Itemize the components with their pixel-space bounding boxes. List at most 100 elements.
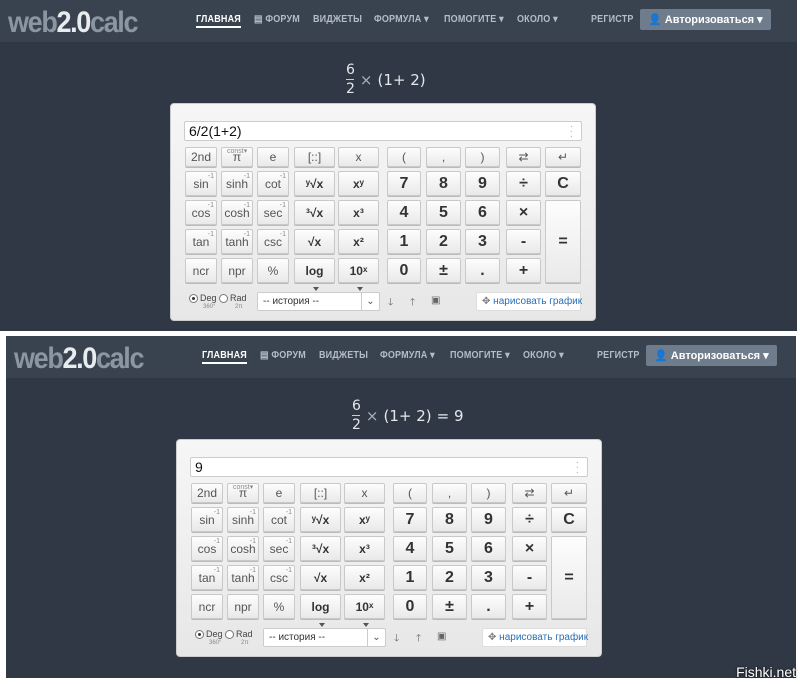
log-button[interactable]: log bbox=[300, 594, 341, 627]
save-icon[interactable]: ▣ bbox=[431, 295, 440, 306]
x-variable-button[interactable]: x bbox=[338, 147, 379, 167]
cot-button[interactable]: -1 cot bbox=[257, 171, 289, 196]
pi-button[interactable]: const▾ π bbox=[221, 147, 253, 167]
login-button[interactable]: 👤 Авторизоваться ▾ bbox=[640, 9, 771, 30]
plot-graph-button[interactable]: ✥ нарисовать график bbox=[482, 628, 588, 647]
key-+-button[interactable]: + bbox=[506, 258, 541, 283]
second-button[interactable]: 2nd bbox=[185, 147, 217, 167]
nav-register[interactable]: РЕГИСТР bbox=[591, 14, 634, 25]
nav-forum[interactable]: ▤ ФОРУМ bbox=[254, 14, 300, 25]
close-paren-button[interactable]: ) bbox=[471, 483, 506, 503]
history-select[interactable]: -- история -- ⌄ bbox=[257, 292, 380, 311]
ncr-button[interactable]: ncr bbox=[185, 258, 217, 283]
csc-button[interactable]: -1 csc bbox=[257, 229, 289, 254]
x²-button[interactable]: x² bbox=[338, 229, 379, 254]
plot-graph-button[interactable]: ✥ нарисовать график bbox=[476, 292, 582, 311]
key-±-button[interactable]: ± bbox=[432, 594, 467, 619]
key-.-button[interactable]: . bbox=[465, 258, 500, 283]
key-4-button[interactable]: 4 bbox=[393, 536, 427, 561]
nav-home[interactable]: ГЛАВНАЯ bbox=[196, 14, 241, 28]
tan-button[interactable]: -1 tan bbox=[185, 229, 217, 254]
sinh-button[interactable]: -1 sinh bbox=[221, 171, 253, 196]
key-8-button[interactable]: 8 bbox=[426, 171, 461, 196]
nav-formula[interactable]: ФОРМУЛА ▾ bbox=[380, 350, 435, 361]
√x-button[interactable]: √x bbox=[294, 229, 335, 254]
key-×-button[interactable]: × bbox=[506, 200, 541, 225]
arrow-up-icon[interactable]: 🡑 bbox=[410, 295, 415, 312]
key-0-button[interactable]: 0 bbox=[387, 258, 421, 283]
%-button[interactable]: % bbox=[263, 594, 295, 619]
matrix-button[interactable]: [::] bbox=[300, 483, 341, 503]
xʸ-button[interactable]: xʸ bbox=[344, 507, 385, 532]
key-1-button[interactable]: 1 bbox=[387, 229, 421, 254]
%-button[interactable]: % bbox=[257, 258, 289, 283]
key-9-button[interactable]: 9 bbox=[465, 171, 500, 196]
cosh-button[interactable]: -1 cosh bbox=[221, 200, 253, 225]
equals-button[interactable]: = bbox=[551, 536, 587, 619]
x-variable-button[interactable]: x bbox=[344, 483, 385, 503]
backspace-button[interactable]: ↵ bbox=[545, 147, 581, 167]
more-icon[interactable]: · · · bbox=[576, 458, 579, 478]
nav-widgets[interactable]: ВИДЖЕТЫ bbox=[313, 14, 362, 25]
key-2-button[interactable]: 2 bbox=[426, 229, 461, 254]
second-button[interactable]: 2nd bbox=[191, 483, 223, 503]
key-÷-button[interactable]: ÷ bbox=[506, 171, 541, 196]
npr-button[interactable]: npr bbox=[227, 594, 259, 619]
ʸ√x-button[interactable]: ʸ√x bbox=[300, 507, 341, 532]
10ˣ-button[interactable]: 10ˣ bbox=[338, 258, 379, 291]
key-C-button[interactable]: C bbox=[551, 507, 587, 532]
key-2-button[interactable]: 2 bbox=[432, 565, 467, 590]
nav-help[interactable]: ПОМОГИТЕ ▾ bbox=[444, 14, 504, 25]
key-6-button[interactable]: 6 bbox=[471, 536, 506, 561]
calculator-input[interactable]: 9 · · · bbox=[190, 457, 588, 478]
key-.-button[interactable]: . bbox=[471, 594, 506, 619]
sec-button[interactable]: -1 sec bbox=[263, 536, 295, 561]
nav-register[interactable]: РЕГИСТР bbox=[597, 350, 640, 361]
x³-button[interactable]: x³ bbox=[344, 536, 385, 561]
xʸ-button[interactable]: xʸ bbox=[338, 171, 379, 196]
key-4-button[interactable]: 4 bbox=[387, 200, 421, 225]
tanh-button[interactable]: -1 tanh bbox=[227, 565, 259, 590]
nav-help[interactable]: ПОМОГИТЕ ▾ bbox=[450, 350, 510, 361]
nav-home[interactable]: ГЛАВНАЯ bbox=[202, 350, 247, 364]
cot-button[interactable]: -1 cot bbox=[263, 507, 295, 532]
nav-about[interactable]: ОКОЛО ▾ bbox=[523, 350, 564, 361]
log-button[interactable]: log bbox=[294, 258, 335, 291]
cos-button[interactable]: -1 cos bbox=[185, 200, 217, 225]
nav-about[interactable]: ОКОЛО ▾ bbox=[517, 14, 558, 25]
x³-button[interactable]: x³ bbox=[338, 200, 379, 225]
key-9-button[interactable]: 9 bbox=[471, 507, 506, 532]
logo[interactable]: web2.0calc bbox=[8, 6, 138, 40]
deg-radio[interactable]: Deg bbox=[189, 293, 217, 303]
key---button[interactable]: - bbox=[506, 229, 541, 254]
open-paren-button[interactable]: ( bbox=[387, 147, 421, 167]
cos-button[interactable]: -1 cos bbox=[191, 536, 223, 561]
swap-button[interactable]: ⇄ bbox=[506, 147, 541, 167]
ncr-button[interactable]: ncr bbox=[191, 594, 223, 619]
key-7-button[interactable]: 7 bbox=[393, 507, 427, 532]
sin-button[interactable]: -1 sin bbox=[185, 171, 217, 196]
calculator-input[interactable]: 6/2(1+2) · · · bbox=[184, 121, 582, 142]
key-6-button[interactable]: 6 bbox=[465, 200, 500, 225]
save-icon[interactable]: ▣ bbox=[437, 631, 446, 642]
logo[interactable]: web2.0calc bbox=[14, 342, 144, 376]
key-0-button[interactable]: 0 bbox=[393, 594, 427, 619]
comma-button[interactable]: , bbox=[426, 147, 461, 167]
key-3-button[interactable]: 3 bbox=[465, 229, 500, 254]
deg-radio[interactable]: Deg bbox=[195, 629, 223, 639]
x²-button[interactable]: x² bbox=[344, 565, 385, 590]
key-÷-button[interactable]: ÷ bbox=[512, 507, 547, 532]
cosh-button[interactable]: -1 cosh bbox=[227, 536, 259, 561]
csc-button[interactable]: -1 csc bbox=[263, 565, 295, 590]
rad-radio[interactable]: Rad bbox=[225, 629, 253, 639]
e-button[interactable]: e bbox=[257, 147, 289, 167]
equals-button[interactable]: = bbox=[545, 200, 581, 283]
key-C-button[interactable]: C bbox=[545, 171, 581, 196]
key-8-button[interactable]: 8 bbox=[432, 507, 467, 532]
nav-widgets[interactable]: ВИДЖЕТЫ bbox=[319, 350, 368, 361]
arrow-up-icon[interactable]: 🡑 bbox=[416, 631, 421, 648]
ʸ√x-button[interactable]: ʸ√x bbox=[294, 171, 335, 196]
nav-forum[interactable]: ▤ ФОРУМ bbox=[260, 350, 306, 361]
sec-button[interactable]: -1 sec bbox=[257, 200, 289, 225]
nav-formula[interactable]: ФОРМУЛА ▾ bbox=[374, 14, 429, 25]
